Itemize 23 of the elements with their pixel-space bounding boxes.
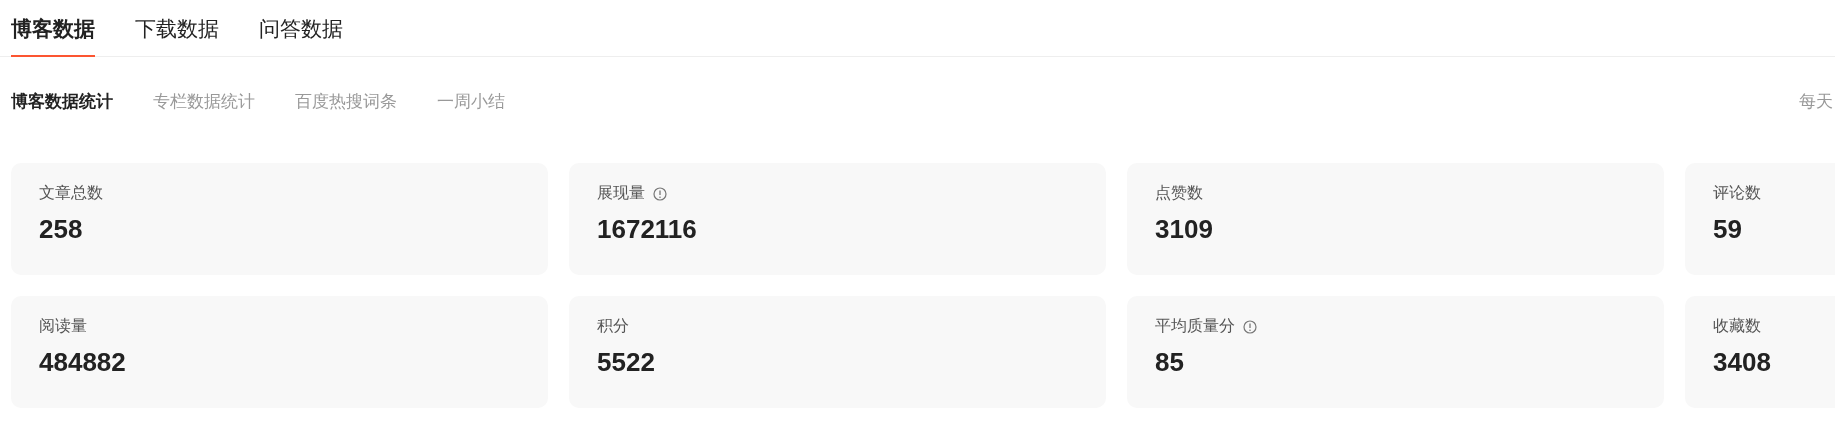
stat-value: 1672116 — [597, 214, 698, 245]
stat-label: 评论数 — [1713, 183, 1761, 204]
stat-value: 3408 — [1713, 347, 1772, 378]
stat-label: 点赞数 — [1155, 183, 1203, 204]
stat-value: 484882 — [39, 347, 127, 378]
stat-value: 85 — [1155, 347, 1185, 378]
tab[interactable]: 博客数据 — [11, 15, 95, 57]
sub-tab[interactable]: 博客数据统计 — [11, 89, 113, 113]
stat-value: 5522 — [597, 347, 656, 378]
stat-label: 平均质量分 — [1155, 316, 1235, 337]
stat-label: 积分 — [597, 316, 629, 337]
stat-label: 展现量 — [597, 183, 645, 204]
stat-value: 3109 — [1155, 214, 1214, 245]
stat-value: 258 — [39, 214, 84, 245]
update-note: 每天 — [1799, 89, 1834, 113]
stat-label: 文章总数 — [39, 183, 103, 204]
tab[interactable]: 下载数据 — [135, 15, 219, 57]
stat-value: 59 — [1713, 214, 1743, 245]
stat-label: 收藏数 — [1713, 316, 1761, 337]
info-icon[interactable] — [653, 186, 667, 201]
stat-label: 阅读量 — [39, 316, 87, 337]
tab[interactable]: 问答数据 — [259, 15, 343, 57]
info-icon[interactable] — [1243, 319, 1257, 334]
